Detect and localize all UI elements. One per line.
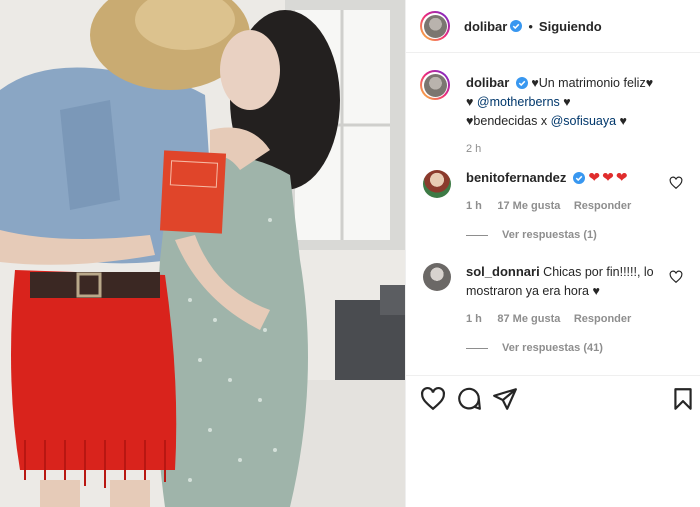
author-username[interactable]: dolibar: [464, 19, 507, 34]
caption-username[interactable]: dolibar: [466, 75, 509, 90]
comment-username[interactable]: sol_donnari: [466, 264, 540, 279]
like-icon[interactable]: [420, 386, 446, 412]
commenter-avatar[interactable]: [423, 170, 451, 198]
post-caption: dolibar ♥Un matrimonio feliz♥ ♥ @motherb…: [466, 73, 691, 159]
author-avatar[interactable]: [420, 11, 450, 41]
share-icon[interactable]: [492, 386, 518, 412]
view-replies-button[interactable]: Ver respuestas (1): [466, 226, 666, 245]
comment-text: ❤❤❤: [588, 169, 630, 185]
comment-likes[interactable]: 87 Me gusta: [497, 313, 560, 325]
comment-time[interactable]: 1 h: [466, 200, 482, 212]
like-comment-icon[interactable]: [669, 176, 683, 190]
like-comment-icon[interactable]: [669, 270, 683, 284]
separator-dot: •: [528, 18, 533, 34]
verified-icon: [572, 172, 585, 184]
post-header: dolibar • Siguiendo: [406, 0, 700, 53]
comment-icon[interactable]: [456, 386, 482, 412]
verified-icon: [510, 20, 523, 32]
caption-text: ♥bendecidas x: [466, 114, 548, 128]
mention-link[interactable]: @motherberns: [477, 95, 560, 109]
verified-icon: [515, 77, 528, 89]
reply-button[interactable]: Responder: [574, 313, 631, 325]
commenter-avatar[interactable]: [423, 263, 451, 291]
save-icon[interactable]: [670, 386, 696, 412]
post-detail-panel: dolibar • Siguiendo dolibar ♥Un matrimon…: [405, 0, 700, 507]
mention-link[interactable]: @sofisuaya: [551, 114, 617, 128]
comment-time[interactable]: 1 h: [466, 313, 482, 325]
follow-status[interactable]: Siguiendo: [539, 19, 602, 34]
comment-likes[interactable]: 17 Me gusta: [497, 200, 560, 212]
post-actions: [406, 375, 700, 426]
comment-username[interactable]: benitofernandez: [466, 170, 566, 185]
comment: sol_donnari Chicas por fin!!!!!, lo most…: [466, 262, 666, 358]
post-photo[interactable]: [0, 0, 405, 507]
caption-text: ♥Un matrimonio feliz♥: [531, 76, 654, 90]
post-time[interactable]: 2 h: [466, 140, 691, 159]
reply-button[interactable]: Responder: [574, 200, 631, 212]
view-replies-button[interactable]: Ver respuestas (41): [466, 339, 666, 358]
comment: benitofernandez ❤❤❤ 1 h 17 Me gusta Resp…: [466, 168, 666, 245]
caption-avatar[interactable]: [420, 70, 450, 100]
post-image: [0, 0, 405, 507]
